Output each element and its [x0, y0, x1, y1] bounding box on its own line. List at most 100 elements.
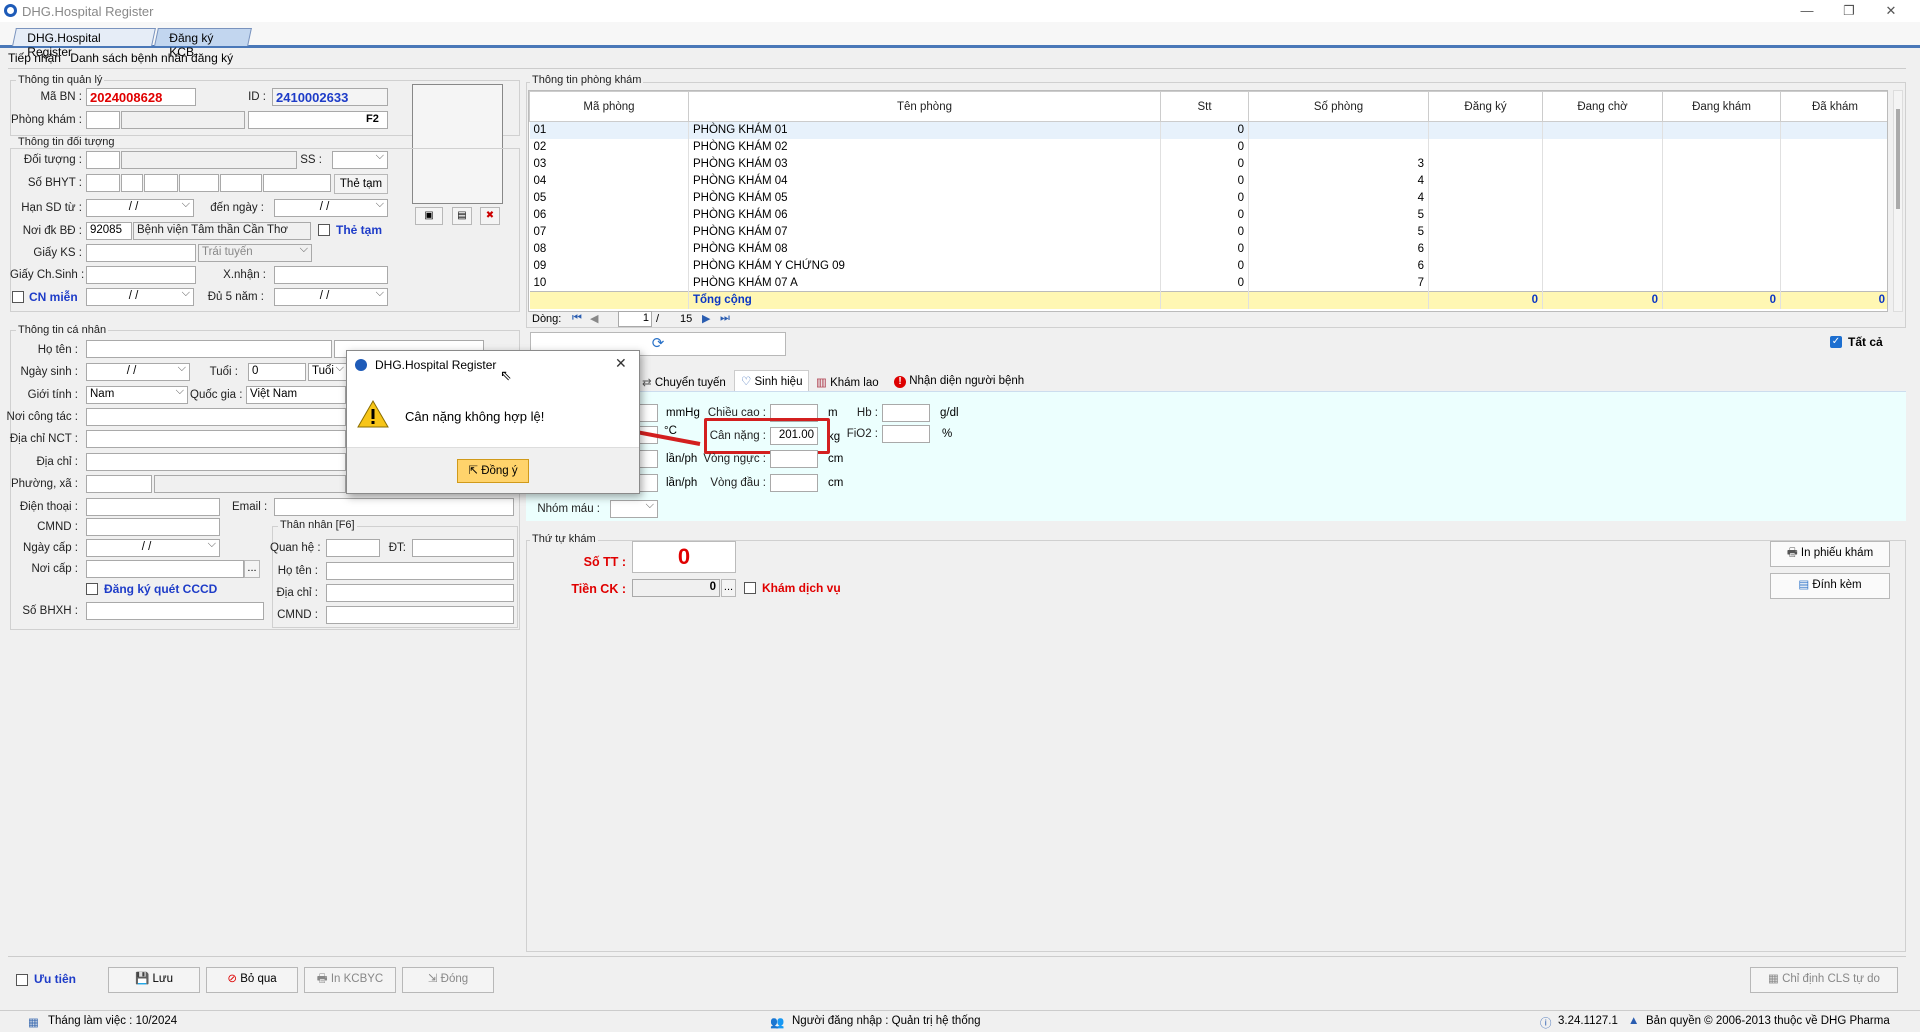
tab-sinh-hieu[interactable]: ♡ Sinh hiệu	[734, 370, 810, 392]
in-phieu-kham-button[interactable]: 🖶 In phiếu khám	[1770, 541, 1890, 567]
table-row[interactable]: 03 PHÒNG KHÁM 03 0 3	[529, 155, 1887, 173]
dt-field[interactable]	[412, 539, 514, 557]
phuong-xa-code[interactable]	[86, 475, 152, 493]
column-header[interactable]: Tên phòng	[688, 91, 1161, 122]
du5nam-date[interactable]: / /	[274, 288, 388, 306]
table-row[interactable]: 10 PHÒNG KHÁM 07 A07	[529, 274, 1887, 292]
email-field[interactable]	[274, 498, 514, 516]
den-ngay-label: đến ngày :	[210, 202, 264, 214]
luu-button[interactable]: 💾 Lưu	[108, 967, 200, 993]
nhom-mau-select[interactable]	[610, 500, 658, 518]
tn-dia-chi-field[interactable]	[326, 584, 514, 602]
tab-hospital-register[interactable]: DHG.Hospital Register	[12, 28, 156, 59]
phong-kham-code-field[interactable]	[86, 111, 120, 129]
dinh-kem-button[interactable]: ▤ Đính kèm	[1770, 573, 1890, 599]
noi-cap-browse-button[interactable]: ...	[244, 560, 260, 578]
table-row[interactable]: 06 PHÒNG KHÁM 06 0 5	[529, 206, 1887, 224]
vong-nguc-field[interactable]	[770, 450, 818, 468]
tab-tiep-nhan[interactable]: Tiếp nhận	[8, 51, 61, 65]
ss-select[interactable]	[332, 151, 388, 169]
thang-lam-viec: Tháng làm việc : 10/2024	[48, 1015, 178, 1027]
vong-dau-field[interactable]	[770, 474, 818, 492]
ngay-cap-date[interactable]: / /	[86, 539, 220, 557]
noi-cong-tac-field[interactable]	[86, 408, 346, 426]
tat-ca-checkbox[interactable]: ✓	[1830, 336, 1842, 348]
tien-ck-browse-button[interactable]: ...	[721, 579, 736, 597]
giay-chsinh-field[interactable]	[86, 266, 196, 284]
xnhan-field[interactable]	[274, 266, 388, 284]
bhyt-part4[interactable]	[179, 174, 219, 192]
dong-y-button[interactable]: ⇱ Đồng ý	[457, 459, 529, 483]
the-tam-checkbox[interactable]	[318, 224, 330, 236]
id-field[interactable]: 2410002633	[272, 88, 388, 106]
table-row[interactable]: 02 PHÒNG KHÁM 02 0	[529, 138, 1887, 156]
column-header[interactable]: Đã khám	[1780, 91, 1887, 122]
table-row[interactable]: 04 PHÒNG KHÁM 04 0 4	[529, 172, 1887, 190]
table-row[interactable]: 08 PHÒNG KHÁM 08 0 6	[529, 240, 1887, 258]
bhyt-part3[interactable]	[144, 174, 178, 192]
column-header[interactable]: Stt	[1160, 91, 1249, 122]
doi-tuong-code[interactable]	[86, 151, 120, 169]
table-row[interactable]: 09 PHÒNG KHÁM Y CHỨNG 09 0 6	[529, 257, 1887, 275]
so-bhxh-field[interactable]	[86, 602, 264, 620]
quan-he-field[interactable]	[326, 539, 380, 557]
maximize-icon[interactable]: ❐	[1838, 2, 1860, 20]
tuoi-spinner[interactable]: 0	[248, 363, 306, 381]
uu-tien-checkbox[interactable]	[16, 974, 28, 986]
tn-cmnd-field[interactable]	[326, 606, 514, 624]
cmnd-field[interactable]	[86, 518, 220, 536]
noi-dk-code[interactable]: 92085	[86, 222, 132, 240]
copyright: Bản quyền © 2006-2013 thuộc về DHG Pharm…	[1646, 1015, 1890, 1027]
bo-qua-button[interactable]: ⊘ Bỏ qua	[206, 967, 298, 993]
column-header[interactable]: Mã phòng	[529, 91, 689, 122]
noi-cap-label: Nơi cấp :	[31, 563, 78, 575]
table-cell	[1780, 138, 1887, 156]
kham-dich-vu-checkbox[interactable]	[744, 582, 756, 594]
bhyt-part5[interactable]	[220, 174, 262, 192]
first-page-icon[interactable]: ⏮	[572, 312, 582, 325]
giay-ks-field[interactable]	[86, 244, 196, 262]
ho-ten-field[interactable]	[86, 340, 332, 358]
dia-chi-nct-field[interactable]	[86, 430, 346, 448]
bhyt-part1[interactable]	[86, 174, 120, 192]
tab-dang-ky-kcb[interactable]: Đăng ký KCB	[154, 28, 252, 59]
quoc-gia-field[interactable]: Việt Nam	[246, 386, 346, 404]
ngay-sinh-date[interactable]: / /	[86, 363, 190, 381]
tab-danh-sach[interactable]: Danh sách bệnh nhân đăng ký	[70, 51, 233, 65]
column-header[interactable]: Đang chờ	[1542, 91, 1663, 122]
han-sd-from-date[interactable]: / /	[86, 199, 194, 217]
minimize-icon[interactable]: —	[1796, 2, 1818, 20]
noi-cap-field[interactable]	[86, 560, 244, 578]
han-sd-to-date[interactable]: / /	[274, 199, 388, 217]
next-page-icon[interactable]: ▶	[702, 312, 710, 325]
dialog-close-icon[interactable]: ✕	[615, 355, 627, 372]
column-header[interactable]: Đang khám	[1662, 91, 1781, 122]
rooms-scrollbar[interactable]	[1893, 90, 1903, 312]
hb-field[interactable]	[882, 404, 930, 422]
prev-page-icon[interactable]: ◀	[590, 312, 598, 325]
column-header[interactable]: Số phòng	[1248, 91, 1429, 122]
gioi-tinh-select[interactable]: Nam	[86, 386, 188, 404]
table-row[interactable]: 07 PHÒNG KHÁM 07 0 5	[529, 223, 1887, 241]
close-icon[interactable]: ✕	[1880, 2, 1902, 20]
last-page-icon[interactable]: ⏭	[720, 312, 730, 325]
tuoi-unit-select[interactable]: Tuổi	[308, 363, 348, 381]
rooms-scroll-thumb[interactable]	[1896, 109, 1900, 209]
the-tam-button[interactable]: Thẻ tạm	[334, 174, 388, 194]
cccd-checkbox[interactable]	[86, 583, 98, 595]
table-row[interactable]: 01 PHÒNG KHÁM 01 0	[529, 121, 1887, 139]
tn-ho-ten-field[interactable]	[326, 562, 514, 580]
table-row[interactable]: 05 PHÒNG KHÁM 05 0 4	[529, 189, 1887, 207]
bhyt-part6[interactable]	[263, 174, 331, 192]
fio2-field[interactable]	[882, 425, 930, 443]
bhyt-part2[interactable]	[121, 174, 143, 192]
than-nhan-title: Thân nhân [F6]	[278, 519, 357, 531]
dien-thoai-field[interactable]	[86, 498, 220, 516]
cn-mien-date[interactable]: / /	[86, 288, 194, 306]
page-input[interactable]: 1	[618, 311, 652, 327]
tien-ck-field[interactable]: 0	[632, 579, 720, 597]
column-header[interactable]: Đăng ký	[1428, 91, 1543, 122]
dia-chi-field[interactable]	[86, 453, 346, 471]
cn-mien-checkbox[interactable]	[12, 291, 24, 303]
ma-bn-field[interactable]: 2024008628	[86, 88, 196, 106]
